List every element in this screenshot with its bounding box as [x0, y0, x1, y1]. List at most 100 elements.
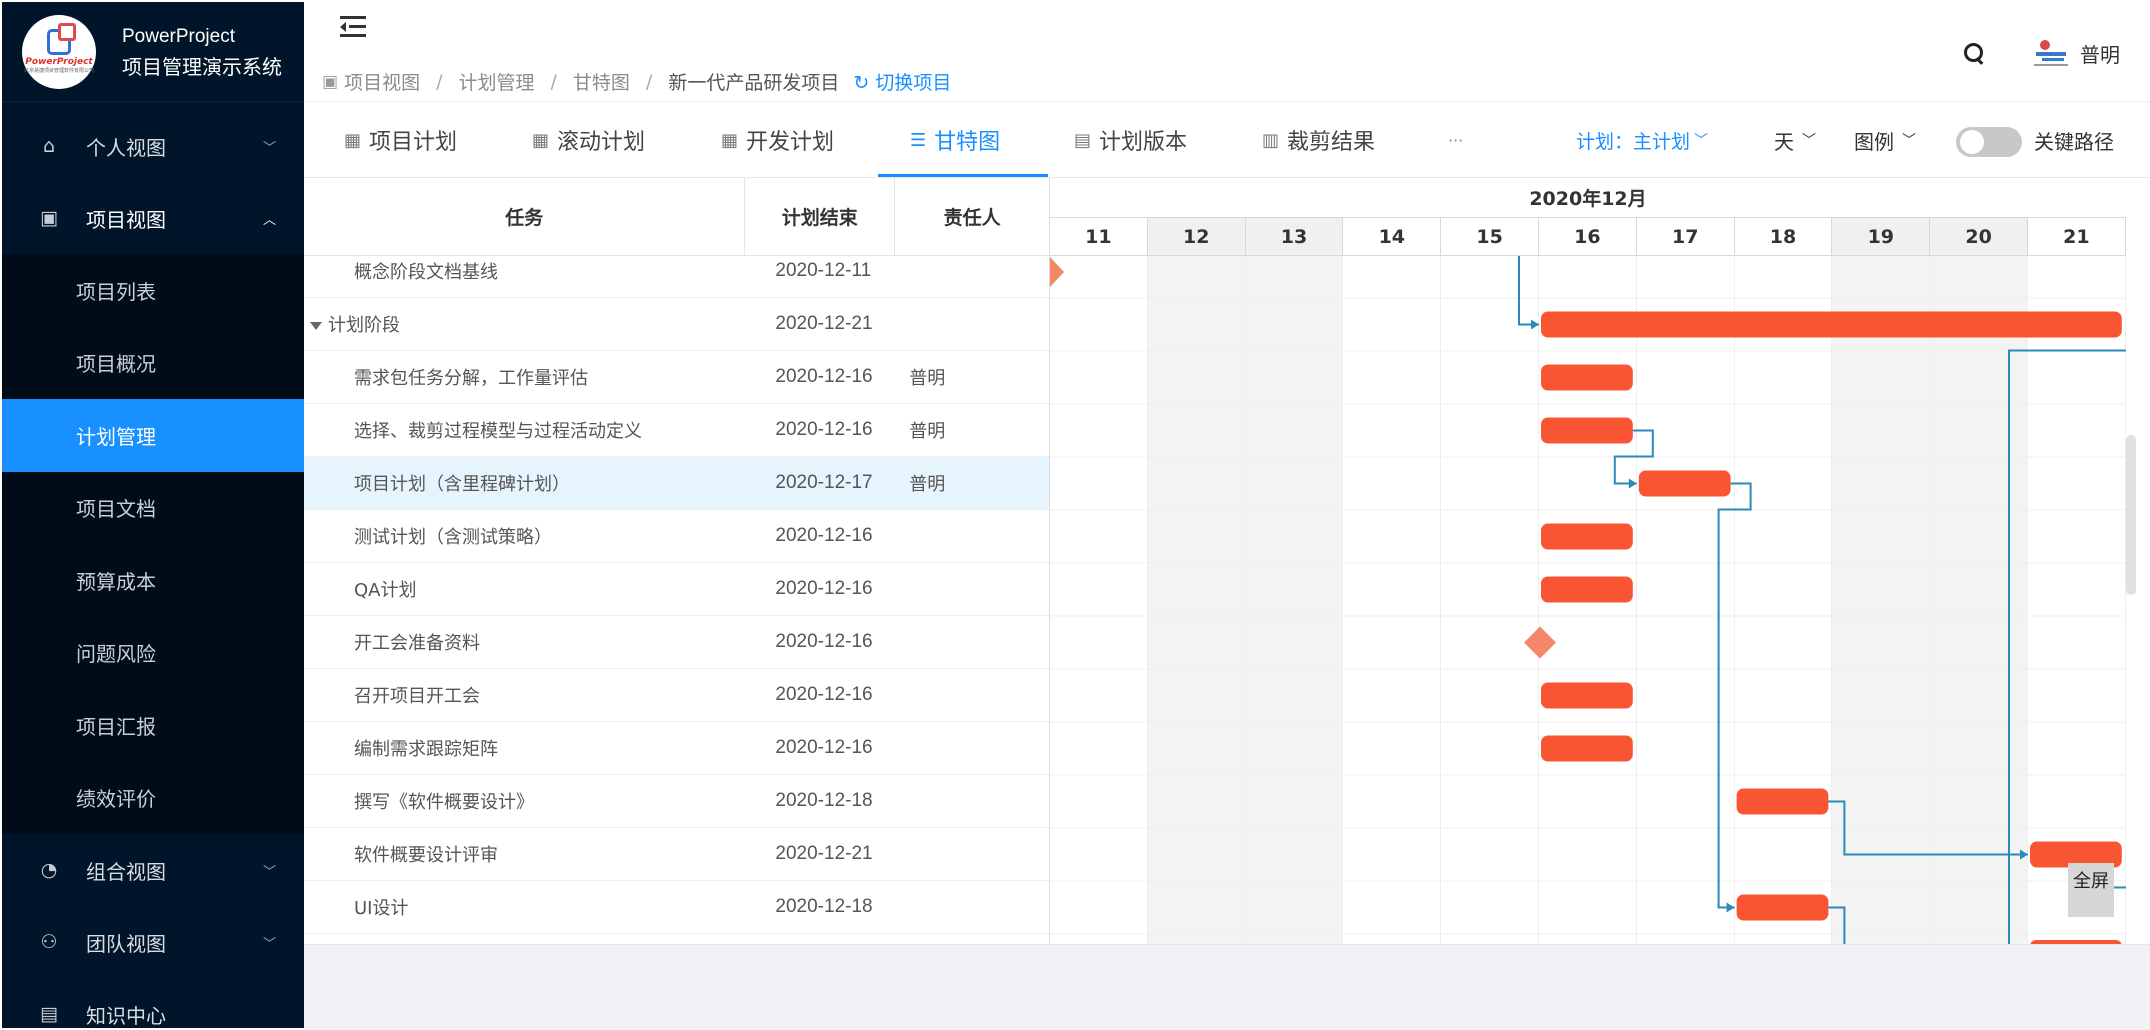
breadcrumb-current: 新一代产品研发项目 [668, 72, 840, 94]
gantt-day-label: 11 [1050, 218, 1148, 256]
task-end: 2020-12-16 [775, 737, 873, 758]
task-end: 2020-12-16 [775, 578, 873, 599]
sidebar-item-plan-management[interactable]: 计划管理 [2, 399, 304, 472]
breadcrumb-item[interactable]: 计划管理 [458, 68, 534, 95]
caret-down-icon[interactable] [310, 322, 322, 330]
sidebar-group-team[interactable]: ⚇ 团队视图 ﹀ [2, 906, 304, 978]
switch-project-link[interactable]: ↻ 切换项目 [853, 68, 951, 95]
tab-more[interactable]: ··· [1448, 102, 1463, 178]
menu-fold-icon[interactable] [340, 16, 366, 38]
tab-project-plan[interactable]: ▦ 项目计划 [344, 102, 457, 178]
sidebar-item-performance[interactable]: 绩效评价 [2, 762, 304, 835]
table-row[interactable]: 测试计划（含测试策略） 2020-12-16 [304, 510, 1049, 563]
sidebar: PowerProject 北京易捷项目管理软件有限公司 PowerProject… [2, 2, 304, 1028]
brand-name-cn: 项目管理演示系统 [122, 54, 282, 79]
gantt-task-bar [1541, 364, 1633, 391]
task-name: 召开项目开工会 [354, 686, 480, 707]
user-name[interactable]: 普明 [2080, 39, 2120, 68]
table-row[interactable]: 需求包任务分解，工作量评估 2020-12-16 普明 [304, 351, 1049, 404]
task-name: QA计划 [354, 580, 417, 601]
home-icon: ⌂ [42, 135, 56, 157]
table-row[interactable]: 编制需求跟踪矩阵 2020-12-16 [304, 722, 1049, 775]
fullscreen-button[interactable]: 全屏 [2068, 863, 2114, 917]
table-row[interactable]: 选择、裁剪过程模型与过程活动定义 2020-12-16 普明 [304, 404, 1049, 457]
tab-rolling-plan[interactable]: ▦ 滚动计划 [532, 102, 645, 178]
sidebar-item-project-list[interactable]: 项目列表 [2, 254, 304, 327]
sidebar-group-label: 项目视图 [86, 207, 166, 232]
sidebar-item-project-docs[interactable]: 项目文档 [2, 472, 304, 545]
task-end: 2020-12-16 [775, 631, 873, 652]
gantt-dependency-link [1717, 482, 1752, 909]
task-name: 概念阶段文档基线 [354, 262, 498, 283]
sync-icon: ↻ [853, 72, 876, 94]
vertical-scrollbar[interactable] [2126, 435, 2136, 595]
legend-select-value: 图例 [1854, 129, 1894, 154]
breadcrumb-item[interactable]: 项目视图 [344, 68, 420, 95]
gantt-link-arrow [1726, 902, 1735, 913]
table-row[interactable]: 开工会准备资料 2020-12-16 [304, 616, 1049, 669]
sidebar-group-personal[interactable]: ⌂ 个人视图 ﹀ [2, 110, 304, 182]
brand: PowerProject 北京易捷项目管理软件有限公司 PowerProject… [2, 2, 304, 102]
gantt-icon: ☰ [910, 129, 927, 151]
tab-cut-result[interactable]: ▥ 裁剪结果 [1262, 102, 1375, 178]
task-grid: 任务 计划结束 责任人 概念阶段文档基线 2020-12-11 计划阶段 202… [304, 178, 1050, 944]
task-name: 测试计划（含测试策略） [354, 527, 552, 548]
plan-select[interactable]: 计划：主计划 ﹀ [1576, 102, 1708, 178]
sidebar-item-budget-cost[interactable]: 预算成本 [2, 544, 304, 617]
tab-label: 项目计划 [369, 130, 458, 155]
gantt-day-label: 19 [1832, 218, 1931, 256]
task-owner: 普明 [909, 368, 946, 389]
gantt-bars [1050, 256, 2126, 944]
breadcrumb-item[interactable]: 甘特图 [573, 68, 630, 95]
logo: PowerProject 北京易捷项目管理软件有限公司 [22, 14, 96, 89]
tab-dev-plan[interactable]: ▦ 开发计划 [721, 102, 834, 178]
critical-path-toggle[interactable] [1956, 127, 2022, 157]
column-header-owner[interactable]: 责任人 [895, 178, 1049, 255]
gantt-day-label: 14 [1343, 218, 1442, 256]
column-header-task[interactable]: 任务 [304, 178, 746, 255]
sidebar-group-knowledge[interactable]: ▤ 知识中心 [2, 978, 304, 1028]
table-row[interactable]: UI设计 2020-12-18 [304, 881, 1049, 934]
task-name: 选择、裁剪过程模型与过程活动定义 [354, 421, 642, 442]
sidebar-item-project-overview[interactable]: 项目概况 [2, 327, 304, 400]
tab-gantt[interactable]: ☰ 甘特图 [910, 102, 1000, 178]
scale-select[interactable]: 天 ﹀ [1774, 102, 1816, 178]
chevron-up-icon: ︿ [262, 212, 276, 228]
sidebar-item-project-report[interactable]: 项目汇报 [2, 689, 304, 762]
sidebar-group-label: 团队视图 [86, 931, 166, 956]
gantt-link-arrow [1531, 319, 1539, 330]
task-name: 撰写《软件概要设计》 [354, 792, 534, 813]
table-row[interactable]: 软件概要设计评审 2020-12-21 [304, 828, 1049, 881]
column-header-end[interactable]: 计划结束 [745, 178, 896, 255]
tab-plan-version[interactable]: ▤ 计划版本 [1074, 102, 1187, 178]
gantt-task-bar [1541, 735, 1633, 762]
table-row[interactable]: 召开项目开工会 2020-12-16 [304, 669, 1049, 722]
calendar-icon: ▦ [721, 129, 739, 151]
gantt-milestone [1050, 257, 1064, 287]
sidebar-item-issues-risks[interactable]: 问题风险 [2, 617, 304, 690]
project-view-icon: ▣ [322, 71, 339, 92]
legend-select[interactable]: 图例 ﹀ [1854, 102, 1916, 178]
task-name: 软件概要设计评审 [354, 845, 498, 866]
search-icon[interactable] [1964, 43, 1984, 63]
sidebar-group-portfolio[interactable]: ◔ 组合视图 ﹀ [2, 834, 304, 906]
gantt-milestone [1524, 626, 1556, 659]
table-row[interactable]: 概念阶段文档基线 2020-12-11 [304, 245, 1049, 298]
avatar[interactable] [2034, 38, 2068, 68]
gantt-day-label: 16 [1539, 218, 1637, 256]
table-row[interactable]: QA计划 2020-12-16 [304, 563, 1049, 616]
chevron-down-icon: ﹀ [262, 936, 276, 952]
table-row[interactable]: 撰写《软件概要设计》 2020-12-18 [304, 775, 1049, 828]
gantt-month-header: 2020年12月 [1050, 178, 2126, 218]
task-end: 2020-12-21 [775, 313, 873, 334]
dashboard-icon: ◔ [40, 859, 58, 881]
table-row-selected[interactable]: 项目计划（含里程碑计划） 2020-12-17 普明 [304, 457, 1049, 510]
header-actions: 普明 [1964, 38, 2120, 68]
task-name: 开工会准备资料 [354, 633, 480, 654]
toggle-knob [1960, 130, 1984, 154]
table-row[interactable]: 计划阶段 2020-12-21 [304, 298, 1049, 351]
sidebar-group-project[interactable]: ▣ 项目视图 ︿ [2, 182, 304, 254]
task-end: 2020-12-16 [775, 419, 873, 440]
critical-path-label: 关键路径 [2034, 129, 2114, 154]
task-end: 2020-12-18 [775, 790, 873, 811]
